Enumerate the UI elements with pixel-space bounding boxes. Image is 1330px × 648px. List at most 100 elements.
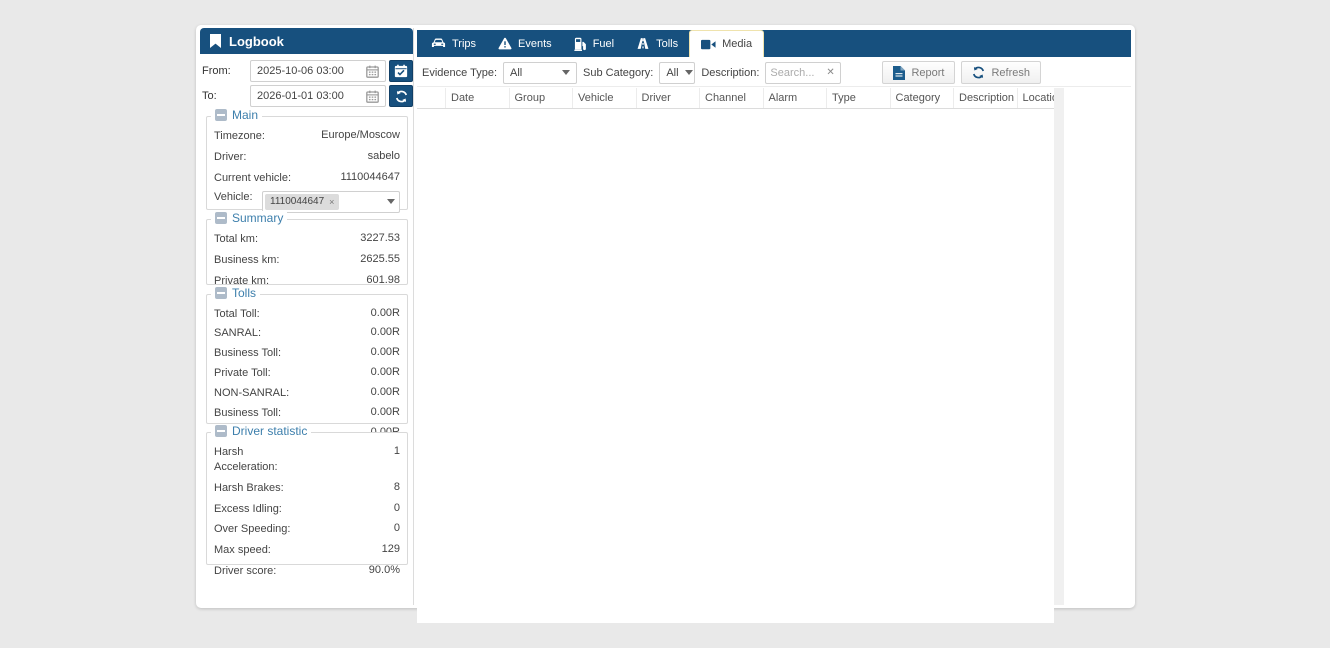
- fuel-pump-icon: [574, 37, 587, 51]
- info-label: Harsh Brakes:: [214, 481, 284, 496]
- calendar-icon[interactable]: [366, 65, 379, 78]
- vehicle-tag-value: 1110044647: [270, 196, 324, 207]
- info-row: SANRAL: 0.00R: [212, 324, 402, 344]
- tolls-section-rows: Total Toll: 0.00R SANRAL: 0.00R Business…: [212, 304, 402, 443]
- info-value: 1110044647: [340, 171, 400, 183]
- tab-fuel[interactable]: Fuel: [563, 30, 625, 57]
- driver-statistic-legend: Driver statistic: [211, 424, 311, 438]
- tab-events[interactable]: Events: [487, 30, 563, 57]
- car-icon: [431, 37, 446, 50]
- info-row: Current vehicle: 1110044647: [212, 168, 402, 189]
- column-header[interactable]: Alarm: [764, 88, 828, 108]
- info-label: Total km:: [214, 232, 258, 247]
- panel-divider: [413, 28, 414, 605]
- media-table-body: [417, 109, 1054, 623]
- refresh-button[interactable]: Refresh: [961, 61, 1041, 84]
- refresh-icon: [972, 66, 985, 79]
- vehicle-combobox[interactable]: 1110044647 ×: [262, 191, 400, 213]
- collapse-icon[interactable]: [215, 212, 227, 224]
- vehicle-label: Vehicle:: [214, 191, 253, 203]
- video-camera-icon: [701, 39, 716, 50]
- collapse-icon[interactable]: [215, 287, 227, 299]
- tolls-section-legend: Tolls: [211, 286, 260, 300]
- clear-search-icon[interactable]: ✕: [826, 67, 834, 78]
- media-table-header: Date Group Vehicle Driver Channel Alarm …: [417, 88, 1054, 109]
- info-value: 0.00R: [371, 307, 400, 319]
- info-label: Business km:: [214, 253, 279, 268]
- apply-date-range-button[interactable]: [389, 60, 413, 82]
- chevron-down-icon: [562, 70, 570, 75]
- sidebar-refresh-button[interactable]: [389, 85, 413, 107]
- report-button-label: Report: [911, 67, 944, 79]
- info-row: Business Toll: 0.00R: [212, 344, 402, 364]
- info-label: SANRAL:: [214, 326, 261, 341]
- column-header[interactable]: Group: [510, 88, 574, 108]
- main-section-rows: Timezone: Europe/Moscow Driver: sabelo C…: [212, 126, 402, 189]
- evidence-type-value: All: [510, 67, 522, 79]
- summary-section-rows: Total km: 3227.53 Business km: 2625.55 P…: [212, 229, 402, 292]
- tab-trips[interactable]: Trips: [420, 30, 487, 57]
- evidence-type-label: Evidence Type:: [422, 67, 497, 79]
- from-row: From: 2025-10-06 03:00: [202, 60, 413, 82]
- tolls-section-title: Tolls: [232, 286, 256, 300]
- collapse-icon[interactable]: [215, 109, 227, 121]
- info-value: 1: [394, 445, 400, 457]
- info-value: 0: [394, 502, 400, 514]
- logbook-sidebar: Logbook From: 2025-10-06 03:00 To:: [200, 28, 413, 605]
- chevron-down-icon: [685, 70, 693, 75]
- column-header[interactable]: Category: [891, 88, 955, 108]
- info-label: Driver:: [214, 150, 246, 165]
- collapse-icon[interactable]: [215, 425, 227, 437]
- column-headers: Date Group Vehicle Driver Channel Alarm …: [446, 88, 1054, 108]
- column-header[interactable]: Location: [1018, 88, 1055, 108]
- info-label: NON-SANRAL:: [214, 386, 289, 401]
- refresh-button-label: Refresh: [991, 67, 1030, 79]
- description-search-input[interactable]: [770, 67, 824, 79]
- sub-category-label: Sub Category:: [583, 67, 653, 79]
- driver-statistic-title: Driver statistic: [232, 424, 307, 438]
- info-row: Over Speeding: 0: [212, 519, 402, 540]
- info-row: Total Toll: 0.00R: [212, 304, 402, 324]
- info-label: Total Toll:: [214, 307, 260, 322]
- refresh-icon: [395, 90, 408, 103]
- to-date-value: 2026-01-01 03:00: [257, 90, 344, 102]
- info-value: 8: [394, 481, 400, 493]
- column-header[interactable]: Type: [827, 88, 891, 108]
- evidence-type-select[interactable]: All: [503, 62, 577, 84]
- driver-statistic-section: Driver statistic Harsh Acceleration: 1 H…: [206, 432, 408, 565]
- vertical-scrollbar[interactable]: [1054, 88, 1064, 605]
- info-row: Harsh Brakes: 8: [212, 478, 402, 499]
- info-value: 601.98: [366, 274, 400, 286]
- info-row: Business Toll: 0.00R: [212, 403, 402, 423]
- remove-tag-icon[interactable]: ×: [329, 197, 334, 207]
- info-value: 0.00R: [371, 366, 400, 378]
- column-header[interactable]: Vehicle: [573, 88, 637, 108]
- info-value: 3227.53: [360, 232, 400, 244]
- column-header[interactable]: Channel: [700, 88, 764, 108]
- chevron-down-icon[interactable]: [387, 199, 395, 204]
- to-row: To: 2026-01-01 03:00: [202, 85, 413, 107]
- tab-label: Events: [518, 38, 552, 50]
- tab-media[interactable]: Media: [689, 30, 764, 57]
- info-label: Business Toll:: [214, 346, 281, 361]
- column-header[interactable]: Driver: [637, 88, 701, 108]
- info-row: Business km: 2625.55: [212, 250, 402, 271]
- sub-category-select[interactable]: All: [659, 62, 695, 84]
- info-row: Timezone: Europe/Moscow: [212, 126, 402, 147]
- column-header[interactable]: Description: [954, 88, 1018, 108]
- calendar-check-icon: [394, 64, 408, 78]
- tab-tolls[interactable]: Tolls: [625, 30, 689, 57]
- tab-bar: Trips Events Fuel Tolls: [417, 30, 1131, 57]
- report-button[interactable]: Report: [882, 61, 955, 84]
- info-label: Private Toll:: [214, 366, 271, 381]
- info-row: Excess Idling: 0: [212, 499, 402, 520]
- logbook-title: Logbook: [229, 34, 284, 49]
- calendar-icon[interactable]: [366, 90, 379, 103]
- info-row: Harsh Acceleration: 1: [212, 442, 402, 478]
- date-range-form: From: 2025-10-06 03:00 To: 2026-01-01 03…: [200, 54, 413, 107]
- column-header[interactable]: Date: [446, 88, 510, 108]
- to-date-input[interactable]: 2026-01-01 03:00: [250, 85, 386, 107]
- from-date-input[interactable]: 2025-10-06 03:00: [250, 60, 386, 82]
- main-section-legend: Main: [211, 108, 262, 122]
- info-label: Timezone:: [214, 129, 265, 144]
